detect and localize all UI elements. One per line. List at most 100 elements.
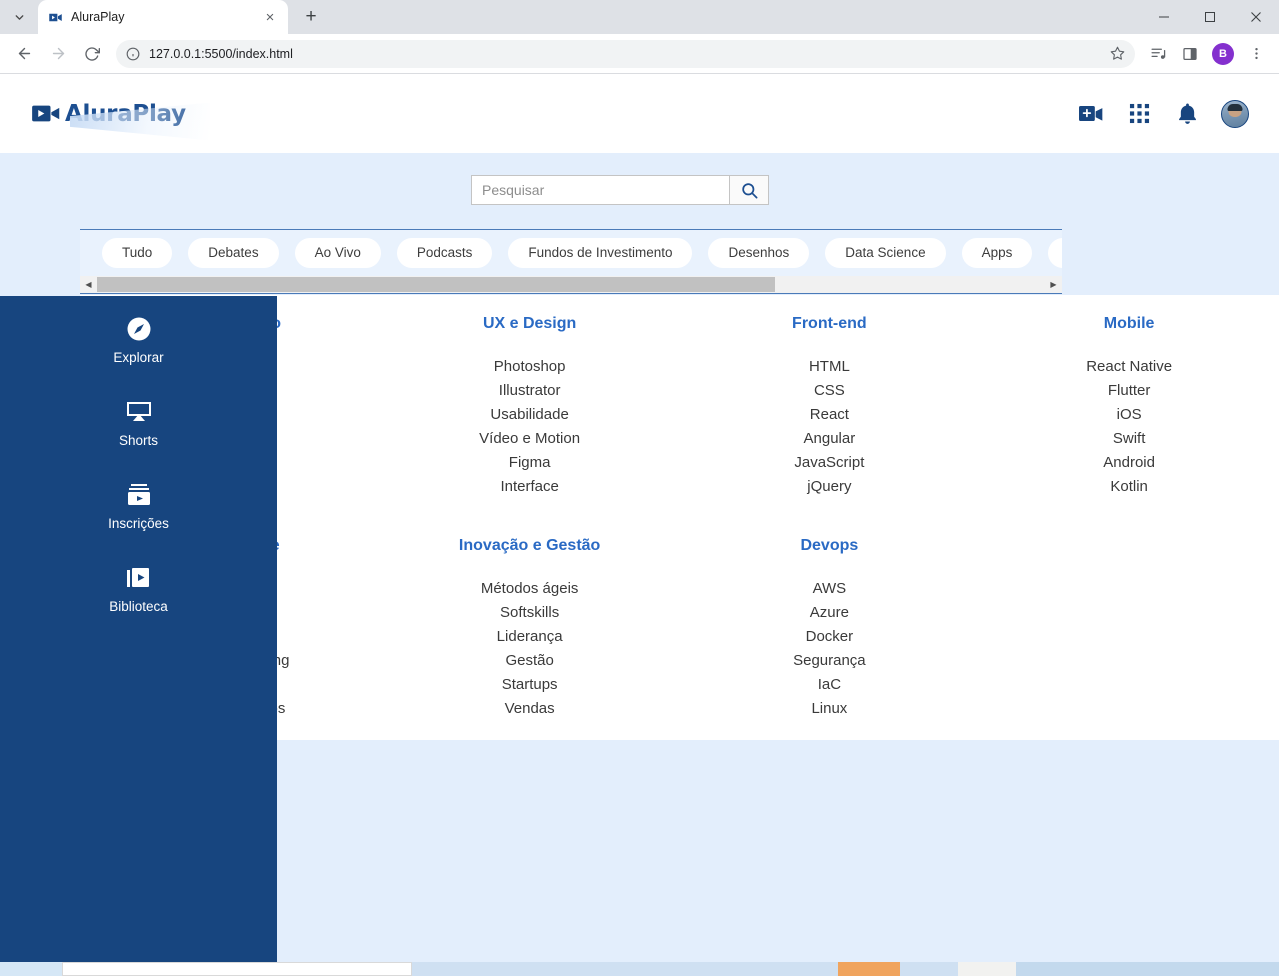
menu-item[interactable]: Figma: [380, 451, 680, 475]
scroll-left-arrow-icon[interactable]: ◀: [80, 276, 97, 293]
menu-column-empty: [979, 537, 1279, 721]
tab-search-icon[interactable]: [0, 0, 38, 34]
apps-grid-icon[interactable]: [1125, 100, 1153, 128]
video-camera-icon: [32, 103, 62, 124]
menu-item[interactable]: Interface: [380, 475, 680, 499]
menu-column-mobile: Mobile React Native Flutter iOS Swift An…: [979, 315, 1279, 499]
menu-item[interactable]: Docker: [680, 625, 980, 649]
reload-button[interactable]: [76, 38, 108, 70]
menu-item[interactable]: Illustrator: [380, 379, 680, 403]
new-tab-button[interactable]: +: [294, 3, 328, 31]
search-button[interactable]: [729, 175, 769, 205]
sidebar-item-shorts[interactable]: Shorts: [0, 397, 277, 448]
menu-item[interactable]: Vendas: [380, 697, 680, 721]
menu-item[interactable]: HTML: [680, 355, 980, 379]
category-chips-row: Tudo Debates Ao Vivo Podcasts Fundos de …: [80, 230, 1062, 275]
bell-icon[interactable]: [1173, 100, 1201, 128]
chip-desenhos[interactable]: Desenhos: [708, 237, 810, 268]
chip-data-science[interactable]: Data Science: [825, 237, 946, 268]
info-circle-icon[interactable]: [126, 47, 140, 61]
browser-tab[interactable]: AluraPlay ×: [38, 0, 288, 34]
menu-item[interactable]: iOS: [979, 403, 1279, 427]
site-header: AluraPlay: [0, 74, 1279, 205]
browser-toolbar: 127.0.0.1:5500/index.html B: [0, 34, 1279, 74]
scrollbar-track[interactable]: [412, 962, 838, 976]
scrollbar-track[interactable]: [97, 276, 1045, 293]
menu-item[interactable]: JavaScript: [680, 451, 980, 475]
menu-item[interactable]: Azure: [680, 601, 980, 625]
menu-item[interactable]: Liderança: [380, 625, 680, 649]
side-panel-icon[interactable]: [1175, 39, 1205, 69]
menu-item[interactable]: Swift: [979, 427, 1279, 451]
scrollbar-progress-marker: [838, 962, 900, 976]
menu-item[interactable]: Photoshop: [380, 355, 680, 379]
chips-horizontal-scrollbar[interactable]: ◀ ▶: [80, 276, 1062, 293]
menu-item[interactable]: Startups: [380, 673, 680, 697]
header-icon-group: [1077, 74, 1249, 153]
menu-item[interactable]: jQuery: [680, 475, 980, 499]
column-title: Front-end: [792, 315, 867, 332]
three-dot-menu-icon[interactable]: [1241, 39, 1271, 69]
video-camera-icon: [47, 9, 63, 25]
minimize-button[interactable]: [1141, 0, 1187, 34]
menu-item[interactable]: Métodos ágeis: [380, 577, 680, 601]
chip-podcasts[interactable]: Podcasts: [396, 237, 493, 268]
forward-button[interactable]: [42, 38, 74, 70]
search-input[interactable]: [471, 175, 729, 205]
maximize-button[interactable]: [1187, 0, 1233, 34]
menu-item[interactable]: Vídeo e Motion: [380, 427, 680, 451]
column-title: Devops: [800, 537, 859, 554]
library-icon: [124, 563, 154, 593]
menu-column-ux-e-design: UX e Design Photoshop Illustrator Usabil…: [380, 315, 680, 499]
page-horizontal-scrollbar[interactable]: [0, 962, 1279, 976]
avatar[interactable]: [1221, 99, 1249, 128]
menu-item[interactable]: Kotlin: [979, 475, 1279, 499]
site-logo[interactable]: AluraPlay: [32, 100, 210, 141]
page-viewport: AluraPlay Pesquisar UX e Design Photosho…: [0, 74, 1279, 976]
menu-column-inovacao-e-gestao: Inovação e Gestão Métodos ágeis Softskil…: [380, 537, 680, 721]
close-icon[interactable]: ×: [261, 8, 279, 26]
sidebar-item-label: Shorts: [118, 433, 159, 448]
scroll-right-arrow-icon[interactable]: ▶: [1045, 276, 1062, 293]
menu-item[interactable]: Gestão: [380, 649, 680, 673]
media-control-icon[interactable]: [1143, 39, 1173, 69]
address-bar[interactable]: 127.0.0.1:5500/index.html: [116, 39, 1135, 68]
tab-title: AluraPlay: [71, 10, 125, 24]
tab-strip: AluraPlay × +: [0, 0, 1279, 34]
video-add-icon[interactable]: [1077, 100, 1105, 128]
window-controls: [1141, 0, 1279, 34]
menu-item[interactable]: Segurança: [680, 649, 980, 673]
chip-apps[interactable]: Apps: [961, 237, 1033, 268]
menu-item[interactable]: React: [680, 403, 980, 427]
chip-tudo[interactable]: Tudo: [102, 237, 173, 268]
close-window-button[interactable]: [1233, 0, 1279, 34]
back-button[interactable]: [8, 38, 40, 70]
scrollbar-thumb[interactable]: [62, 962, 412, 976]
scrollbar-segment: [1016, 962, 1279, 976]
menu-item[interactable]: Usabilidade: [380, 403, 680, 427]
scrollbar-thumb[interactable]: [97, 277, 775, 292]
chip-linguagem[interactable]: Linguagem: [1048, 237, 1062, 268]
menu-item[interactable]: AWS: [680, 577, 980, 601]
menu-item[interactable]: Linux: [680, 697, 980, 721]
chip-ao-vivo[interactable]: Ao Vivo: [294, 237, 381, 268]
url-text: 127.0.0.1:5500/index.html: [149, 46, 293, 61]
column-title: Inovação e Gestão: [458, 537, 601, 554]
menu-item[interactable]: Flutter: [979, 379, 1279, 403]
menu-item[interactable]: Angular: [680, 427, 980, 451]
chip-fundos-de-investimento[interactable]: Fundos de Investimento: [508, 237, 693, 268]
menu-item[interactable]: React Native: [979, 355, 1279, 379]
star-icon[interactable]: [1110, 46, 1125, 61]
sidebar-item-biblioteca[interactable]: Biblioteca: [0, 563, 277, 614]
logo-text: AluraPlay: [65, 100, 186, 127]
menu-item[interactable]: Android: [979, 451, 1279, 475]
sidebar-item-explorar[interactable]: Explorar: [0, 314, 277, 365]
sidebar-item-label: Biblioteca: [109, 599, 168, 614]
menu-item[interactable]: CSS: [680, 379, 980, 403]
menu-item[interactable]: Softskills: [380, 601, 680, 625]
sidebar-item-inscricoes[interactable]: Inscrições: [0, 480, 277, 531]
airplay-screen-icon: [124, 397, 154, 427]
browser-profile-avatar[interactable]: B: [1212, 42, 1234, 65]
menu-item[interactable]: IaC: [680, 673, 980, 697]
chip-debates[interactable]: Debates: [188, 237, 279, 268]
